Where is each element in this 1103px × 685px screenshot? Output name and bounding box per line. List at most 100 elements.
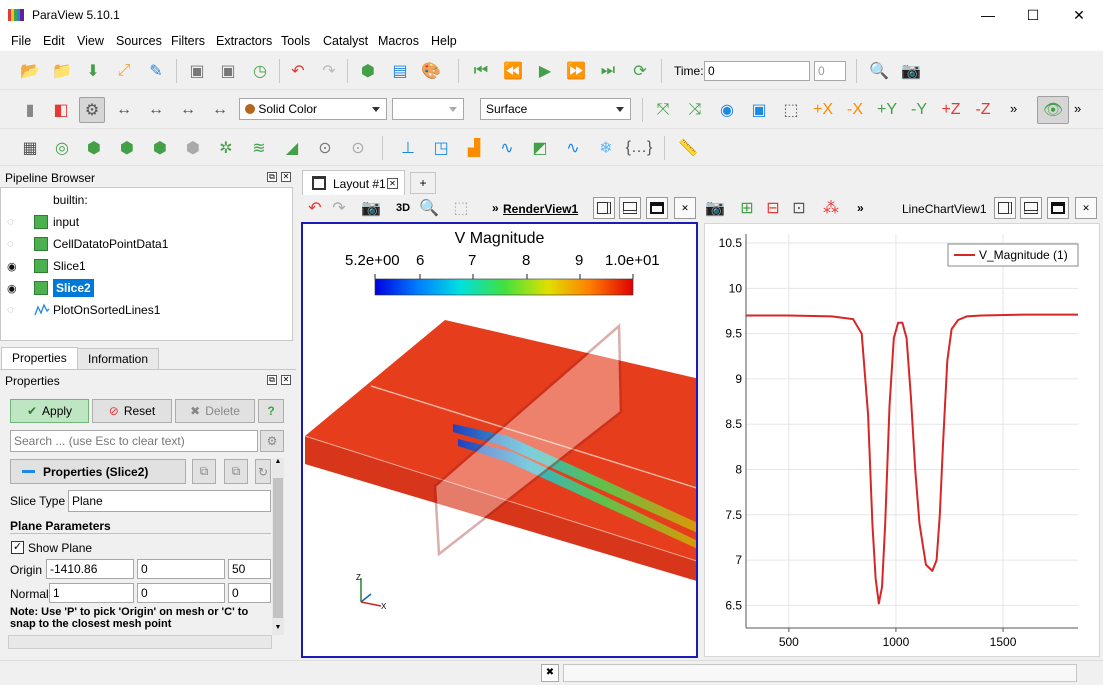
menu-sources[interactable]: Sources — [116, 34, 162, 48]
menu-edit[interactable]: Edit — [43, 34, 65, 48]
ruler-icon[interactable]: 📏 — [675, 135, 701, 161]
view-plus-x-icon[interactable]: +X — [810, 97, 836, 123]
menu-extractors[interactable]: Extractors — [216, 34, 272, 48]
interactive-select-icon[interactable]: 🔍 — [418, 197, 440, 219]
maximize-view-icon[interactable] — [1047, 197, 1069, 219]
open-folder-icon[interactable]: 📁 — [49, 58, 75, 84]
next-frame-icon[interactable]: ⏩ — [563, 58, 589, 84]
render-view[interactable]: V Magnitude 5.2e+00 6 7 8 9 1.0e+01 Z X — [301, 222, 698, 658]
last-frame-icon[interactable]: ⏭ — [595, 58, 621, 84]
chartview-chevron[interactable]: » — [857, 201, 864, 215]
component-select[interactable] — [392, 98, 464, 120]
pipeline-item-builtin[interactable]: builtin: — [1, 189, 291, 211]
menu-help[interactable]: Help — [431, 34, 457, 48]
play-icon[interactable]: ▶ — [532, 58, 558, 84]
close-panel-icon[interactable]: ✕ — [281, 172, 291, 182]
timestep-spinbox[interactable]: 0 — [814, 61, 846, 81]
pipeline-item-input[interactable]: ◌ input — [1, 211, 291, 233]
show-plane-checkbox[interactable]: ✓ — [11, 541, 24, 554]
chartview-label[interactable]: LineChartView1 — [902, 202, 987, 216]
origin-z-input[interactable]: 50 — [228, 559, 271, 579]
select-points-icon[interactable]: ⬚ — [450, 197, 472, 219]
capture-view-icon[interactable]: 📷 — [360, 197, 382, 219]
view-minus-z-icon[interactable]: -Z — [970, 97, 996, 123]
renderview-chevron[interactable]: » — [492, 201, 499, 215]
rescale-visible-icon[interactable]: ↔ — [175, 97, 201, 123]
copy-props-icon[interactable]: ⧉ — [192, 459, 216, 484]
stream-tracer-icon[interactable]: ≋ — [246, 135, 272, 161]
more-tools-chevron-2[interactable]: » — [1074, 101, 1081, 116]
eye-hidden-icon[interactable]: ◌ — [7, 216, 21, 228]
slice-type-select[interactable]: Plane — [68, 490, 271, 512]
section-header[interactable]: Properties (Slice2) — [10, 459, 186, 484]
toggle-color-legend-icon[interactable]: ▮ — [17, 97, 43, 123]
toggle-3d-button[interactable]: 3D — [396, 202, 410, 214]
edit-color-map-icon[interactable]: ◧ — [48, 97, 74, 123]
help-button[interactable]: ? — [258, 399, 284, 423]
plot-over-line-icon[interactable]: ∿ — [494, 135, 520, 161]
pipeline-item-celldatatopointdata[interactable]: ◌ CellDatatoPointData1 — [1, 233, 291, 255]
calculator-icon[interactable]: ▦ — [17, 135, 43, 161]
eye-hidden-icon[interactable]: ◌ — [7, 238, 21, 250]
delete-button[interactable]: ✖ Delete — [175, 399, 255, 423]
zoom-to-box-icon[interactable]: ⬚ — [778, 97, 804, 123]
timer-icon[interactable]: ◷ — [247, 58, 273, 84]
time-input[interactable]: 0 — [704, 61, 810, 81]
split-horizontal-icon[interactable] — [994, 197, 1016, 219]
python-icon[interactable]: ✎ — [143, 58, 169, 84]
load-state-icon[interactable]: ▣ — [215, 58, 241, 84]
view-minus-y-icon[interactable]: -Y — [906, 97, 932, 123]
advanced-gear-icon[interactable]: ⚙ — [260, 430, 284, 452]
maximize-view-icon[interactable] — [646, 197, 668, 219]
camera-add-icon[interactable]: 📷 — [898, 58, 924, 84]
minimize-button[interactable]: — — [965, 0, 1011, 31]
pipeline-item-slice2[interactable]: ◉ Slice2 — [1, 277, 291, 299]
python-calculator-icon[interactable]: {…} — [626, 135, 653, 161]
reset-camera-icon[interactable]: ⤧ — [650, 97, 676, 123]
histogram-icon[interactable]: ▟ — [461, 135, 487, 161]
clip-icon[interactable]: ⬢ — [81, 135, 107, 161]
zoom-to-data-icon[interactable]: ⤨ — [682, 97, 708, 123]
vertical-scrollbar[interactable]: ▲ ▼ — [272, 458, 284, 635]
scroll-down-icon[interactable]: ▼ — [273, 624, 283, 634]
more-tools-chevron[interactable]: » — [1010, 101, 1017, 116]
loop-icon[interactable]: ⟳ — [627, 58, 653, 84]
close-panel-icon[interactable]: ✕ — [281, 375, 291, 385]
extract-subset-icon[interactable]: ⬢ — [180, 135, 206, 161]
tab-properties[interactable]: Properties — [1, 347, 78, 369]
normal-x-input[interactable]: 1 — [49, 583, 134, 603]
renderview-label[interactable]: RenderView1 — [503, 202, 578, 216]
pipeline-item-slice1[interactable]: ◉ Slice1 — [1, 255, 291, 277]
camera-link-icon[interactable]: ⬢ — [355, 58, 381, 84]
close-button[interactable]: ✕ — [1056, 0, 1102, 31]
open-file-icon[interactable]: 📂 — [17, 58, 43, 84]
menu-catalyst[interactable]: Catalyst — [323, 34, 368, 48]
redo-icon[interactable]: ↷ — [316, 58, 342, 84]
select-remove-icon[interactable]: ⊟ — [762, 197, 784, 219]
plot-over-time-icon[interactable]: ∿ — [560, 135, 586, 161]
undo-icon[interactable]: ↶ — [285, 58, 311, 84]
scroll-up-icon[interactable]: ▲ — [273, 458, 283, 468]
rescale-custom-icon[interactable]: ↔ — [111, 97, 137, 123]
reset-button[interactable]: ⊘ Reset — [92, 399, 172, 423]
add-layout-tab[interactable]: + — [410, 172, 436, 194]
split-vertical-icon[interactable] — [1020, 197, 1042, 219]
line-chart-view[interactable]: 6.5 7 7.5 8 8.5 9 9.5 10 10.5 500 1000 1500 V_Magnit… — [704, 223, 1100, 657]
plot-data-icon[interactable]: ◩ — [527, 135, 553, 161]
status-close-icon[interactable]: ✖ — [541, 664, 559, 682]
scrollbar-thumb[interactable] — [273, 478, 283, 618]
origin-y-input[interactable]: 0 — [137, 559, 225, 579]
show-center-icon[interactable]: 👁 — [1037, 96, 1069, 124]
eye-visible-icon[interactable]: ◉ — [7, 260, 21, 273]
camera-redo-icon[interactable]: ↷ — [328, 197, 350, 219]
view-plus-y-icon[interactable]: +Y — [874, 97, 900, 123]
plot-selection-icon[interactable]: ◳ — [428, 135, 454, 161]
reset-range-icon[interactable]: ⚙ — [79, 97, 105, 123]
probe-icon[interactable]: ⊥ — [395, 135, 421, 161]
select-toggle-icon[interactable]: ⊡ — [788, 197, 810, 219]
view-plus-z-icon[interactable]: +Z — [938, 97, 964, 123]
gradient-icon[interactable]: ❄ — [593, 135, 619, 161]
origin-x-input[interactable]: -1410.86 — [46, 559, 134, 579]
glyph-icon[interactable]: ✲ — [213, 135, 239, 161]
eye-hidden-icon[interactable]: ◌ — [7, 304, 21, 316]
